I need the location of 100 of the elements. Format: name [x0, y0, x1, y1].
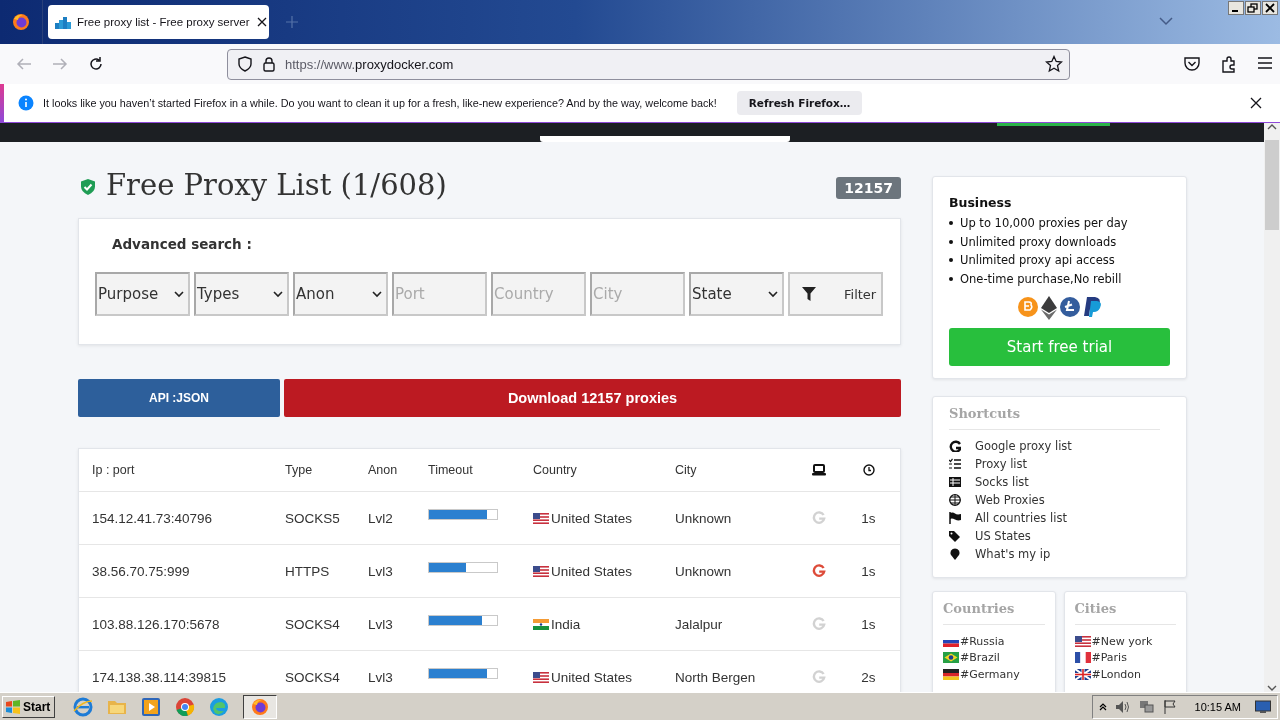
flag-icon [1074, 652, 1091, 664]
shortcut-link[interactable]: US States [949, 527, 1170, 545]
caret-icon [372, 290, 382, 298]
browser-e-icon[interactable] [73, 696, 94, 717]
bullet-icon [949, 258, 953, 263]
puzzle-icon[interactable] [1220, 55, 1238, 73]
card-title: Countries [943, 601, 1045, 625]
card-title: Shortcuts [949, 406, 1160, 430]
notification-message: It looks like you haven’t started Firefox in a while. Do you want to clean it up for a fresh, like-new experience? And by the way, welcome back! [43, 97, 717, 109]
table-cell: 1s [837, 545, 900, 598]
close-icon[interactable] [1250, 97, 1262, 109]
bullet-icon [949, 221, 953, 226]
filter-button[interactable]: Filter [788, 272, 883, 316]
table-cell: Jalalpur [675, 598, 801, 651]
reload-icon[interactable] [87, 55, 105, 73]
clock-time: 10:15 AM [1194, 700, 1241, 713]
shortcut-link[interactable]: What's my ip [949, 545, 1170, 563]
close-icon[interactable] [255, 16, 268, 28]
media-player-icon[interactable] [141, 696, 162, 717]
flag-icon [943, 668, 959, 680]
input-field[interactable]: Port [392, 272, 487, 316]
browser-logo-icon[interactable] [12, 13, 30, 31]
flag-icon [533, 618, 549, 630]
table-cell: SOCKS4 [285, 598, 368, 651]
monitor-icon[interactable] [1255, 699, 1271, 714]
column-header: Country [533, 449, 675, 492]
location-link[interactable]: #London [1074, 666, 1176, 683]
column-header: City [675, 449, 801, 492]
flag-icon [533, 512, 549, 524]
minimize-icon[interactable] [1228, 1, 1244, 15]
scrollbar[interactable] [1264, 123, 1280, 692]
column-header: Type [285, 449, 368, 492]
table-cell: United States [551, 669, 633, 685]
scroll-down-icon[interactable] [1267, 684, 1277, 692]
feature-text: Unlimited proxy api access [960, 253, 1115, 268]
refresh-button[interactable]: Refresh Firefox… [736, 91, 863, 115]
windows-logo-icon [5, 699, 21, 714]
table-icon [949, 476, 961, 488]
browser-tab[interactable]: Free proxy list - Free proxy server [48, 5, 269, 39]
star-icon[interactable] [1045, 55, 1063, 73]
shortcut-link[interactable]: Web Proxies [949, 491, 1170, 509]
scroll-thumb[interactable] [1265, 140, 1279, 230]
location-link[interactable]: #Paris [1074, 649, 1176, 666]
table-cell: SOCKS5 [285, 492, 368, 545]
flag-icon[interactable] [1162, 699, 1177, 714]
lock-icon[interactable] [262, 56, 276, 72]
menu-icon[interactable] [1257, 55, 1273, 71]
flag-icon [533, 565, 549, 577]
table-cell: 103.88.126.170:5678 [79, 598, 285, 651]
scroll-up-icon[interactable] [1267, 123, 1277, 131]
shortcut-link[interactable]: All countries list [949, 509, 1170, 527]
network-icon[interactable] [1138, 699, 1155, 714]
input-field[interactable]: City [590, 272, 685, 316]
ethereum-icon [1040, 296, 1057, 320]
dropdown[interactable]: Types [194, 272, 289, 316]
laptop-icon [812, 464, 826, 476]
g-logo-icon [949, 440, 961, 452]
location-link[interactable]: #New york [1074, 633, 1176, 650]
search-field[interactable] [540, 136, 790, 142]
shield-icon[interactable] [237, 56, 253, 72]
chevron-up-icon[interactable] [1098, 702, 1107, 711]
input-field[interactable]: Country [491, 272, 586, 316]
taskbar-button[interactable] [243, 694, 278, 719]
pocket-icon[interactable] [1183, 55, 1201, 73]
dropdown[interactable]: Anon [293, 272, 388, 316]
flag-icon [943, 652, 959, 664]
download-button[interactable]: Download 12157 proxies [284, 379, 901, 417]
shortcut-link[interactable]: Proxy list [949, 455, 1170, 473]
column-header: Anon [368, 449, 428, 492]
flag-icon [1074, 635, 1091, 647]
dropdown[interactable]: State [689, 272, 784, 316]
feature-text: Up to 10,000 proxies per day [960, 216, 1128, 231]
flag-icon [949, 512, 961, 524]
address-bar[interactable]: https://www.proxydocker.com [227, 48, 1070, 80]
flag-icon [1074, 668, 1091, 680]
chevron-down-icon[interactable] [1159, 16, 1173, 26]
feature-text: One-time purchase,No rebill [960, 271, 1122, 286]
card-title: Cities [1074, 601, 1176, 625]
column-header: Timeout [428, 449, 533, 492]
flag-icon [533, 671, 549, 683]
search-label: Advanced search : [112, 236, 252, 252]
tag-icon [949, 530, 961, 542]
start-button[interactable]: Start [2, 695, 56, 718]
table-cell: United States [551, 510, 633, 526]
chrome-icon[interactable] [175, 696, 196, 717]
bitcoin-icon [1016, 296, 1039, 318]
dropdown[interactable]: Purpose [95, 272, 190, 316]
tab-title: Free proxy list - Free proxy server [77, 16, 250, 28]
api-button[interactable]: API :JSON [78, 379, 280, 417]
location-link[interactable]: #Germany [943, 666, 1045, 683]
shortcut-link[interactable]: Socks list [949, 473, 1170, 491]
bullet-icon [949, 239, 953, 244]
close-icon[interactable] [1262, 1, 1278, 15]
location-link[interactable]: #Russia [943, 633, 1045, 650]
restore-icon[interactable] [1245, 1, 1261, 15]
browser-logo-icon [251, 697, 270, 716]
table-cell: 1s [837, 598, 900, 651]
speaker-icon[interactable] [1114, 699, 1131, 714]
location-link[interactable]: #Brazil [943, 649, 1045, 666]
shortcut-link[interactable]: Google proxy list [949, 437, 1170, 455]
